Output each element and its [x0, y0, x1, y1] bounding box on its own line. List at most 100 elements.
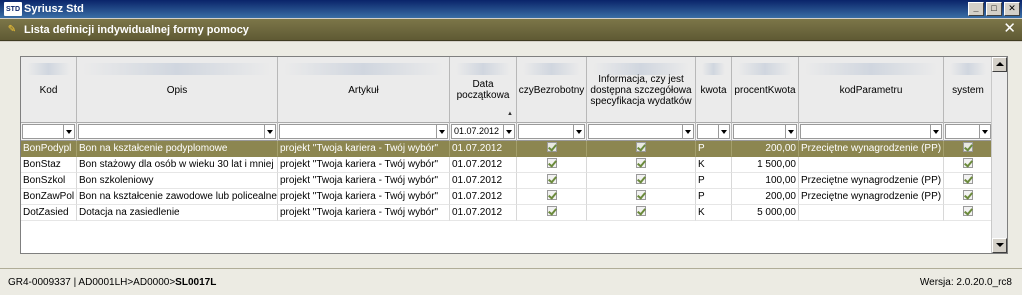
filter-dropdown-icon[interactable]: [719, 124, 730, 139]
table-row[interactable]: BonPodypl Bon na kształcenie podyplomowe p…: [21, 141, 993, 157]
cell-kod: BonStaz: [21, 157, 77, 173]
filter-dropdown-icon[interactable]: [504, 124, 515, 139]
filter-dropdown-icon[interactable]: [437, 124, 448, 139]
close-button[interactable]: ✕: [1004, 2, 1020, 16]
checkbox-checked-icon[interactable]: [546, 142, 557, 153]
checkbox-checked-icon[interactable]: [636, 206, 646, 217]
cell-kwota: P: [696, 141, 732, 157]
filter-input-artykul[interactable]: [279, 124, 437, 139]
minimize-button[interactable]: _: [968, 2, 984, 16]
filter-dropdown-icon[interactable]: [931, 124, 942, 139]
column-header-czyBezrobotny[interactable]: czyBezrobotny: [517, 57, 587, 123]
filter-input-procentKwota[interactable]: [733, 124, 786, 139]
header-highlight: [523, 63, 580, 75]
cell-kodParametru: Przeciętne wynagrodzenie (PP): [799, 173, 944, 189]
table-row[interactable]: BonSzkol Bon szkoleniowy projekt "Twoja ka…: [21, 173, 993, 189]
checkbox-checked-icon[interactable]: [546, 158, 557, 169]
filter-data: 01.07.2012: [450, 123, 517, 141]
table-row[interactable]: BonStaz Bon stażowy dla osób w wieku 30 l…: [21, 157, 993, 173]
header-highlight: [83, 63, 271, 75]
cell-kwota: K: [696, 205, 732, 221]
cell-kodParametru: [799, 205, 944, 221]
cell-czyBezrobotny: [517, 173, 587, 189]
filter-dropdown-icon[interactable]: [265, 124, 276, 139]
filter-input-data[interactable]: 01.07.2012: [451, 124, 504, 139]
filter-dropdown-icon[interactable]: [786, 124, 797, 139]
cell-system: [944, 157, 993, 173]
filter-input-opis[interactable]: [78, 124, 265, 139]
cell-informacja: [587, 157, 696, 173]
cell-kodParametru: Przeciętne wynagrodzenie (PP): [799, 189, 944, 205]
filter-input-kod[interactable]: [22, 124, 64, 139]
filter-input-czyBezrobotny[interactable]: [518, 124, 574, 139]
scroll-down-icon[interactable]: [992, 238, 1007, 253]
filter-input-system[interactable]: [945, 124, 980, 139]
column-header-data[interactable]: Data początkowa ▲: [450, 57, 517, 123]
column-header-procentKwota[interactable]: procentKwota: [732, 57, 799, 123]
filter-dropdown-icon[interactable]: [683, 124, 694, 139]
checkbox-checked-icon[interactable]: [636, 174, 646, 185]
cell-kod: BonZawPol: [21, 189, 77, 205]
cell-data: 01.07.2012: [450, 205, 517, 221]
checkbox-checked-icon[interactable]: [546, 174, 557, 185]
filter-dropdown-icon[interactable]: [64, 124, 75, 139]
table-row[interactable]: DotZasied Dotacja na zasiedlenie projekt "…: [21, 205, 993, 221]
cell-kod: DotZasied: [21, 205, 77, 221]
checkbox-checked-icon[interactable]: [963, 206, 973, 217]
maximize-button[interactable]: □: [986, 2, 1002, 16]
grid-filter-row: 01.07.2012: [21, 123, 993, 141]
column-header-label: Artykuł: [348, 84, 379, 96]
column-header-kwota[interactable]: kwota: [696, 57, 732, 123]
header-highlight: [27, 63, 70, 75]
vertical-scrollbar[interactable]: [991, 57, 1007, 253]
inner-window-title: Lista definicji indywidualnej formy pomo…: [24, 23, 249, 36]
cell-procentKwota: 100,00: [732, 173, 799, 189]
column-header-kodParametru[interactable]: kodParametru: [799, 57, 944, 123]
checkbox-checked-icon[interactable]: [963, 142, 973, 153]
os-titlebar[interactable]: STD Syriusz Std _ □ ✕: [0, 0, 1022, 18]
column-header-opis[interactable]: Opis: [77, 57, 278, 123]
cell-informacja: [587, 173, 696, 189]
checkbox-checked-icon[interactable]: [636, 158, 646, 169]
cell-system: [944, 189, 993, 205]
filter-czyBezrobotny: [517, 123, 587, 141]
filter-input-informacja[interactable]: [588, 124, 683, 139]
cell-artykul: projekt "Twoja kariera - Twój wybór": [278, 205, 450, 221]
checkbox-checked-icon[interactable]: [636, 142, 646, 153]
filter-opis: [77, 123, 278, 141]
filter-system: [944, 123, 993, 141]
filter-procentKwota: [732, 123, 799, 141]
header-highlight: [702, 63, 725, 75]
scroll-up-icon[interactable]: [992, 57, 1007, 72]
checkbox-checked-icon[interactable]: [546, 206, 557, 217]
column-header-artykul[interactable]: Artykuł: [278, 57, 450, 123]
filter-dropdown-icon[interactable]: [980, 124, 991, 139]
cell-system: [944, 141, 993, 157]
cell-procentKwota: 5 000,00: [732, 205, 799, 221]
cell-data: 01.07.2012: [450, 173, 517, 189]
cell-procentKwota: 200,00: [732, 189, 799, 205]
filter-informacja: [587, 123, 696, 141]
filter-dropdown-icon[interactable]: [574, 124, 585, 139]
column-header-system[interactable]: system: [944, 57, 993, 123]
column-header-informacja[interactable]: Informacja, czy jest dostępna szczegółow…: [587, 57, 696, 123]
checkbox-checked-icon[interactable]: [546, 190, 557, 201]
cell-opis: Bon stażowy dla osób w wieku 30 lat i mn…: [77, 157, 278, 173]
checkbox-checked-icon[interactable]: [636, 190, 646, 201]
cell-kodParametru: [799, 157, 944, 173]
column-header-label: procentKwota: [734, 84, 796, 96]
cell-czyBezrobotny: [517, 205, 587, 221]
column-header-kod[interactable]: Kod: [21, 57, 77, 123]
filter-input-kodParametru[interactable]: [800, 124, 931, 139]
filter-input-kwota[interactable]: [697, 124, 719, 139]
data-grid: Kod Opis Artykuł Data początkowa ▲ czyBezrobo…: [20, 56, 1008, 254]
inner-close-icon[interactable]: ✕: [1003, 21, 1016, 37]
app-logo-icon: STD: [4, 2, 22, 16]
table-row[interactable]: BonZawPol Bon na kształcenie zawodowe lub…: [21, 189, 993, 205]
checkbox-checked-icon[interactable]: [963, 190, 973, 201]
cell-opis: Dotacja na zasiedlenie: [77, 205, 278, 221]
status-bar: GR4-0009337 | AD0001LH>AD0000> SL0017L We…: [0, 268, 1022, 295]
checkbox-checked-icon[interactable]: [963, 158, 973, 169]
grid-body: BonPodypl Bon na kształcenie podyplomowe p…: [21, 141, 993, 221]
checkbox-checked-icon[interactable]: [963, 174, 973, 185]
